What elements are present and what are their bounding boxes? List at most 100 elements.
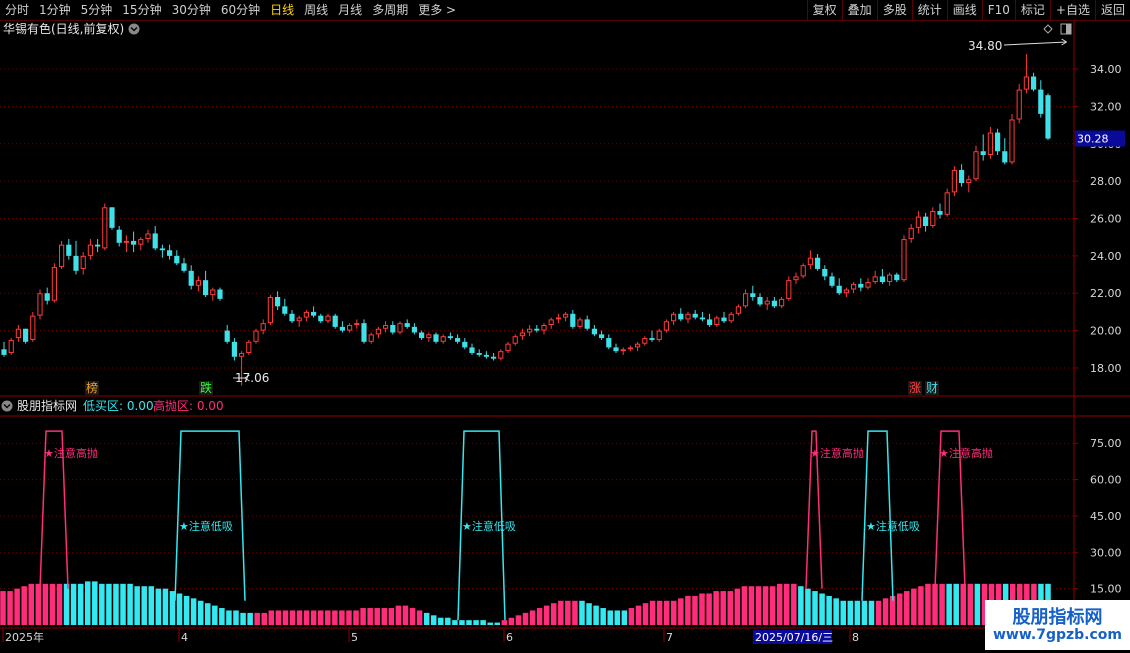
indicator-bar (402, 605, 409, 625)
indicator-tick-label: 30.00 (1090, 546, 1122, 559)
zone-annotation-3: ★注意高抛 (810, 446, 864, 460)
indicator-bar (226, 610, 232, 625)
candle-body-up (145, 233, 151, 240)
candle-body-up (123, 240, 129, 243)
indicator-bar (205, 603, 211, 625)
action-button-6[interactable]: 标记 (1014, 0, 1050, 20)
candle-body-up (325, 315, 331, 322)
candle-body-down (829, 276, 835, 286)
period-tab-4[interactable]: 30分钟 (167, 0, 216, 20)
chart-canvas[interactable]: 34.00 32.00 30.00 28.00 26.00 24.00 22.00 20.00… (0, 21, 1130, 650)
indicator-bar (346, 610, 352, 625)
chart-area[interactable]: 34.00 32.00 30.00 28.00 26.00 24.00 22.00 20.00… (0, 21, 1130, 650)
period-tab-5[interactable]: 60分钟 (216, 0, 265, 20)
time-axis-label-4: 7 (666, 631, 673, 644)
indicator-bar (748, 586, 755, 625)
candle-body-up (735, 306, 741, 314)
candle-body-up (210, 289, 216, 296)
indicator-zones: ★注意高抛 ★注意低吸 ★注意低吸 ★注意高抛 ★注意低吸 ★注意高抛 (39, 430, 993, 621)
candle-body-down (1045, 95, 1051, 139)
candle-body-up (656, 330, 662, 340)
candle-body-up (138, 239, 144, 245)
indicator-bar (70, 583, 77, 625)
indicator-bar (925, 583, 931, 625)
candle-body-up (80, 255, 86, 269)
indicator-bar (240, 612, 246, 625)
indicator-bar (155, 588, 162, 625)
indicator-bar (169, 591, 176, 625)
candle-body-up (87, 244, 93, 256)
action-button-7[interactable]: +自选 (1049, 0, 1095, 20)
action-button-8[interactable]: 返回 (1094, 0, 1130, 20)
candle-body-down (116, 229, 122, 243)
period-tab-10[interactable]: 更多 > (413, 0, 461, 20)
event-marker-0: 榜 (86, 380, 98, 395)
indicator-tick-label: 75.00 (1090, 437, 1122, 450)
period-tab-0[interactable]: 分时 (0, 0, 34, 20)
indicator-bar (847, 600, 854, 625)
period-tab-2[interactable]: 5分钟 (76, 0, 118, 20)
indicator-bar (783, 583, 790, 625)
indicator-bar (960, 583, 967, 625)
stock-title: 华锡有色(日线,前复权) (3, 21, 124, 36)
candle-body-up (620, 349, 626, 352)
period-tab-9[interactable]: 多周期 (367, 0, 413, 20)
period-tab-1[interactable]: 1分钟 (34, 0, 76, 20)
candle-body-up (944, 192, 950, 215)
chevron-down-icon[interactable] (128, 23, 140, 35)
candle-body-up (779, 298, 785, 307)
candle-body-down (771, 300, 777, 307)
indicator-bar (395, 605, 402, 625)
action-button-0[interactable]: 复权 (806, 0, 842, 20)
period-tab-3[interactable]: 15分钟 (117, 0, 166, 20)
indicator-bar (896, 593, 903, 625)
action-button-4[interactable]: 画线 (946, 0, 982, 20)
candle-body-down (757, 296, 763, 305)
current-price-label: 30.28 (1077, 133, 1109, 146)
indicator-bar (543, 605, 550, 625)
candle-body-up (951, 169, 957, 193)
candle-body-down (894, 274, 900, 281)
period-tab-6[interactable]: 日线 (265, 0, 299, 20)
zone-low-1 (174, 430, 246, 601)
indicator-bar (699, 593, 705, 625)
candle-body-down (339, 326, 345, 331)
period-tab-8[interactable]: 月线 (333, 0, 367, 20)
action-button-3[interactable]: 统计 (911, 0, 947, 20)
candle-body-up (426, 334, 432, 339)
candle-body-up (541, 325, 547, 331)
action-button-1[interactable]: 叠加 (841, 0, 877, 20)
candle-body-down (361, 323, 367, 342)
indicator-bar (861, 600, 868, 625)
indicator-bar (953, 583, 959, 625)
candle-body-down (476, 353, 482, 355)
candle-body-down (591, 328, 597, 335)
indicator-bar (14, 588, 20, 625)
action-button-2[interactable]: 多股 (876, 0, 912, 20)
candle-body-up (642, 338, 648, 344)
candle-body-down (534, 328, 540, 331)
indicator-tick-label: 45.00 (1090, 510, 1122, 523)
candle-body-down (599, 334, 605, 339)
candle-body-up (195, 280, 201, 286)
indicator-bar (692, 595, 698, 625)
indicator-bar (967, 583, 974, 625)
candle-body-down (109, 207, 115, 228)
candle-body-down (584, 319, 590, 329)
period-tab-7[interactable]: 周线 (299, 0, 333, 20)
price-tick-label: 22.00 (1090, 287, 1122, 300)
low-price-label: 17.06 (235, 371, 269, 385)
candle-body-up (973, 151, 979, 180)
indicator-bar (353, 610, 359, 625)
candle-body-up (887, 274, 893, 283)
indicator-bar (360, 608, 366, 625)
action-button-5[interactable]: F10 (981, 0, 1015, 20)
candle-body-down (469, 347, 475, 354)
indicator-bar (628, 608, 635, 625)
candle-body-down (411, 326, 417, 333)
candle-body-down (822, 268, 828, 277)
candle-body-up (37, 293, 43, 316)
indicator-chevron-icon[interactable] (1, 400, 13, 412)
candle-body-down (879, 276, 885, 283)
indicator-bar (275, 610, 282, 625)
